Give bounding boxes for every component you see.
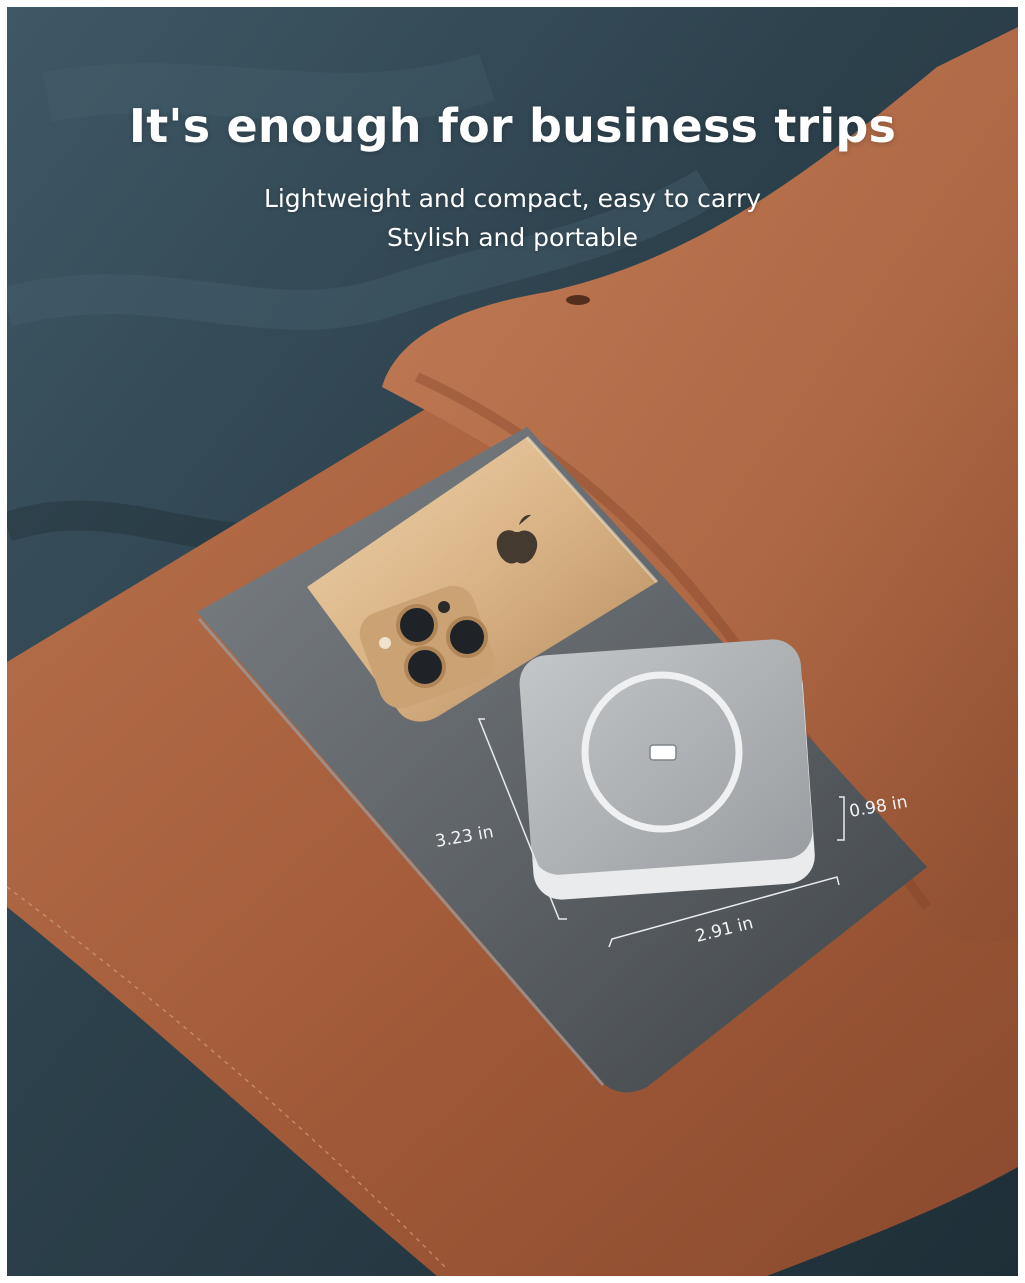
product-banner: It's enough for business trips Lightweig… <box>7 7 1018 1276</box>
subheadline-2: Stylish and portable <box>387 223 638 252</box>
wireless-charger <box>519 639 815 900</box>
subheadline-1: Lightweight and compact, easy to carry <box>263 184 762 213</box>
headline: It's enough for business trips <box>128 99 897 153</box>
